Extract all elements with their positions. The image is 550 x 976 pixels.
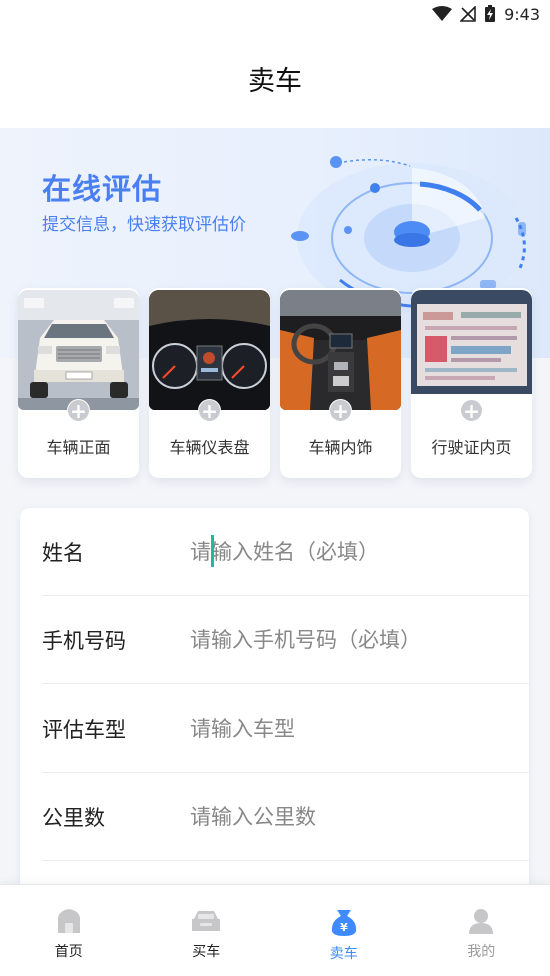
battery-charging-icon	[484, 5, 496, 23]
name-input[interactable]	[190, 531, 510, 572]
home-icon	[55, 907, 83, 935]
page-title: 卖车	[248, 65, 302, 97]
user-icon	[467, 907, 495, 935]
dashboard-photo	[149, 290, 270, 410]
photo-card-license[interactable]: + 行驶证内页	[411, 288, 532, 478]
photo-label: 车辆正面	[46, 438, 111, 457]
form-label: 姓名	[42, 540, 84, 565]
banner-subtitle: 提交信息，快速获取评估价	[42, 215, 246, 235]
banner-title: 在线评估	[42, 172, 163, 206]
nav-item-buy-car[interactable]: 买车	[138, 885, 276, 976]
form-row-phone: 手机号码	[42, 596, 529, 684]
nav-label: 买车	[192, 944, 221, 960]
license-photo	[411, 290, 532, 410]
form-row-model: 评估车型	[42, 685, 529, 773]
text-caret	[211, 535, 214, 567]
car-front-photo	[18, 290, 139, 410]
photo-card-front[interactable]: + 车辆正面	[18, 288, 139, 478]
add-photo-icon[interactable]: +	[67, 399, 90, 422]
form-label: 公里数	[42, 805, 105, 830]
nav-label: 我的	[467, 944, 496, 960]
photo-label: 车辆仪表盘	[169, 438, 250, 457]
no-signal-icon	[460, 6, 476, 22]
status-bar: 9:43	[0, 0, 550, 28]
title-bar: 卖车	[0, 28, 550, 128]
bottom-nav: 首页 买车 ¥ 卖车 我的	[0, 884, 550, 976]
phone-input[interactable]	[190, 619, 510, 660]
photo-card-interior[interactable]: + 车辆内饰	[280, 288, 401, 478]
wifi-icon	[432, 6, 453, 22]
add-photo-icon[interactable]: +	[198, 399, 221, 422]
form-row-name: 姓名	[42, 508, 529, 596]
car-icon	[190, 907, 222, 935]
nav-label: 首页	[54, 944, 83, 960]
car-model-input[interactable]	[190, 708, 510, 749]
nav-item-home[interactable]: 首页	[0, 885, 138, 976]
mileage-input[interactable]	[190, 796, 510, 837]
nav-item-mine[interactable]: 我的	[413, 885, 550, 976]
svg-text:¥: ¥	[340, 921, 348, 934]
add-photo-icon[interactable]: +	[460, 399, 483, 422]
nav-item-sell-car[interactable]: ¥ 卖车	[275, 885, 413, 976]
form-row-mileage: 公里数	[42, 773, 529, 861]
nav-label: 卖车	[329, 946, 358, 962]
photo-label: 行驶证内页	[431, 438, 512, 457]
photo-upload-row: + 车辆正面 + 车辆仪表盘 + 车辆内饰 + 行驶证内页	[18, 288, 532, 478]
add-photo-icon[interactable]: +	[329, 399, 352, 422]
photo-card-dashboard[interactable]: + 车辆仪表盘	[149, 288, 270, 478]
photo-label: 车辆内饰	[308, 438, 373, 457]
money-bag-icon: ¥	[329, 907, 359, 937]
status-time: 9:43	[504, 4, 540, 24]
form-label: 评估车型	[42, 717, 126, 742]
evaluation-form: 姓名 手机号码 评估车型 公里数	[20, 508, 529, 908]
interior-photo	[280, 290, 401, 410]
form-label: 手机号码	[42, 628, 126, 653]
